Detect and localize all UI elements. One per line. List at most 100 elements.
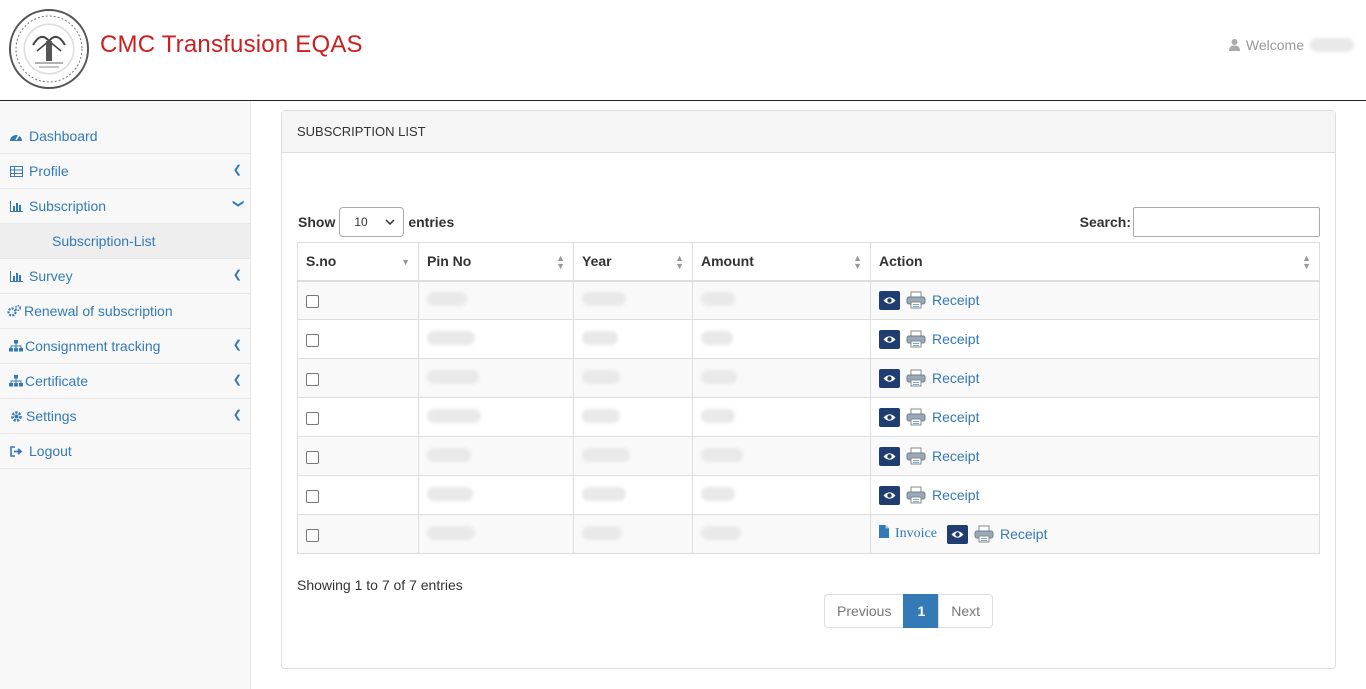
column-header-amount[interactable]: Amount ▲ ▼ <box>692 242 871 282</box>
bar-chart-icon <box>8 200 24 212</box>
previous-page-button[interactable]: Previous <box>824 594 905 628</box>
redacted-value <box>427 330 475 345</box>
row-checkbox[interactable] <box>306 372 319 386</box>
sidebar-item-survey[interactable]: Survey ❮ <box>0 259 250 294</box>
view-eye-icon[interactable] <box>879 446 900 466</box>
printer-icon[interactable] <box>906 291 926 309</box>
printer-icon[interactable] <box>906 486 926 504</box>
redacted-value <box>427 369 479 384</box>
printer-icon[interactable] <box>906 330 926 348</box>
view-eye-icon[interactable] <box>946 524 968 544</box>
column-header-sno[interactable]: S.no ▼ <box>297 242 419 282</box>
page-1-button[interactable]: 1 <box>903 594 940 628</box>
sidebar-item-certificate[interactable]: Certificate ❮ <box>0 364 250 399</box>
gears-icon <box>6 305 22 317</box>
row-checkbox[interactable] <box>306 411 319 425</box>
printer-icon[interactable] <box>974 525 994 543</box>
receipt-link[interactable]: Receipt <box>932 292 979 308</box>
redacted-value <box>582 525 622 540</box>
receipt-link[interactable]: Receipt <box>932 370 979 386</box>
cell-pin-no <box>418 358 574 398</box>
column-header-action[interactable]: Action ▲ ▼ <box>870 242 1320 282</box>
cell-sno <box>297 397 419 437</box>
cell-action: Receipt <box>870 436 1320 476</box>
college-seal-logo <box>9 9 89 89</box>
sidebar-item-settings[interactable]: Settings ❮ <box>0 399 250 434</box>
redacted-value <box>701 291 735 306</box>
view-eye-icon[interactable] <box>879 485 900 505</box>
receipt-link[interactable]: Receipt <box>932 448 979 464</box>
sidebar-item-label: Logout <box>29 443 72 459</box>
sidebar-item-subscription-list[interactable]: Subscription-List <box>0 224 250 259</box>
page-length-select[interactable]: 10 <box>339 207 405 237</box>
cell-year <box>573 514 693 554</box>
receipt-link[interactable]: Receipt <box>932 409 979 425</box>
view-eye-icon[interactable] <box>879 407 900 427</box>
app-title: CMC Transfusion EQAS <box>100 31 363 58</box>
show-label: Show <box>298 214 336 230</box>
sidebar-item-renewal[interactable]: Renewal of subscription <box>0 294 250 329</box>
cell-amount <box>692 358 871 398</box>
view-eye-icon[interactable] <box>879 290 900 310</box>
column-header-year[interactable]: Year ▲ ▼ <box>573 242 693 282</box>
row-checkbox[interactable] <box>306 333 319 347</box>
redacted-username <box>1310 38 1354 52</box>
row-actions: Receipt <box>879 329 1311 349</box>
receipt-link[interactable]: Receipt <box>1000 526 1047 542</box>
row-actions: Receipt <box>879 290 1311 310</box>
sidebar-item-dashboard[interactable]: Dashboard <box>0 119 250 154</box>
entries-label: entries <box>408 214 455 230</box>
row-checkbox[interactable] <box>306 528 319 542</box>
gear-icon <box>8 410 24 423</box>
search-label: Search: <box>1079 214 1131 230</box>
printer-icon[interactable] <box>906 447 926 465</box>
user-icon <box>1228 39 1240 51</box>
row-actions: Receipt <box>879 446 1311 466</box>
receipt-link[interactable]: Receipt <box>932 331 979 347</box>
row-checkbox[interactable] <box>306 295 319 309</box>
redacted-value <box>427 447 471 462</box>
sidebar-item-profile[interactable]: Profile ❮ <box>0 154 250 189</box>
cell-action: Receipt <box>870 319 1320 359</box>
redacted-value <box>701 486 735 501</box>
user-welcome[interactable]: Welcome <box>1228 37 1354 53</box>
view-eye-icon[interactable] <box>879 329 900 349</box>
sidebar-item-subscription[interactable]: Subscription ❮ <box>0 189 250 224</box>
cell-sno <box>297 319 419 359</box>
next-page-button[interactable]: Next <box>938 594 994 628</box>
row-actions: Receipt <box>879 407 1311 427</box>
redacted-value <box>582 486 626 501</box>
table-row: Invoice Receipt <box>297 514 1320 554</box>
row-actions: Receipt <box>879 485 1311 505</box>
sort-icon: ▲ ▼ <box>675 253 684 271</box>
sidebar-item-label: Survey <box>29 268 73 284</box>
cell-amount <box>692 319 871 359</box>
subscription-list-panel: SUBSCRIPTION LIST Show 10 entries Search… <box>281 110 1336 669</box>
sort-desc-icon: ▼ <box>401 257 410 267</box>
redacted-value <box>427 291 467 306</box>
invoice-link[interactable]: Invoice <box>879 525 937 543</box>
cell-amount <box>692 436 871 476</box>
cell-year <box>573 436 693 476</box>
cell-year <box>573 397 693 437</box>
subscription-table: S.no ▼ Pin No ▲ ▼ Year ▲ ▼ Amount ▲ ▼ Actio… <box>297 242 1320 554</box>
row-checkbox[interactable] <box>306 450 319 464</box>
printer-icon[interactable] <box>906 408 926 426</box>
chevron-down-icon: ❮ <box>231 198 244 209</box>
cell-pin-no <box>418 436 574 476</box>
sidebar-item-consignment-tracking[interactable]: Consignment tracking ❮ <box>0 329 250 364</box>
row-checkbox[interactable] <box>306 489 319 503</box>
table-row: Receipt <box>297 436 1320 476</box>
sidebar-item-label: Profile <box>29 163 69 179</box>
table-info: Showing 1 to 7 of 7 entries <box>297 577 463 593</box>
cell-pin-no <box>418 280 574 320</box>
redacted-value <box>701 330 733 345</box>
sidebar-item-logout[interactable]: Logout <box>0 434 250 469</box>
view-eye-icon[interactable] <box>879 368 900 388</box>
receipt-link[interactable]: Receipt <box>932 487 979 503</box>
cell-action: Receipt <box>870 280 1320 320</box>
printer-icon[interactable] <box>906 369 926 387</box>
column-header-pin-no[interactable]: Pin No ▲ ▼ <box>418 242 574 282</box>
cell-action: Receipt <box>870 397 1320 437</box>
search-input[interactable] <box>1133 207 1320 237</box>
